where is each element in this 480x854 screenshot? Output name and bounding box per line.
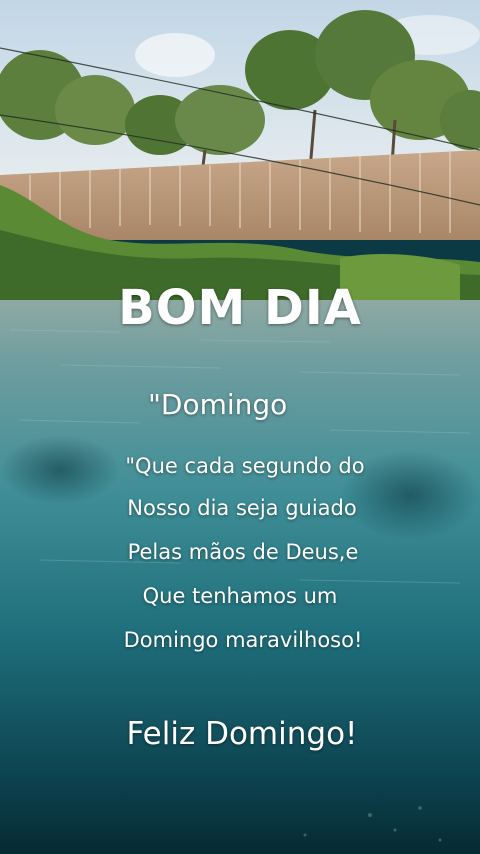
greeting-card: BOM DIA "Domingo "Que cada segundo do No… [0, 0, 480, 854]
message-line: "Que cada segundo do [125, 454, 365, 478]
message-line: Nosso dia seja guiado [127, 496, 357, 520]
closing-message: Feliz Domingo! [126, 716, 358, 752]
message-line: Domingo maravilhoso! [123, 628, 363, 652]
message-line: Pelas mãos de Deus,e [127, 540, 359, 564]
greeting-title: BOM DIA [118, 280, 362, 336]
message-line: Que tenhamos um [142, 584, 338, 608]
lake-water [0, 300, 480, 854]
greeting-subtitle: "Domingo [148, 388, 288, 421]
